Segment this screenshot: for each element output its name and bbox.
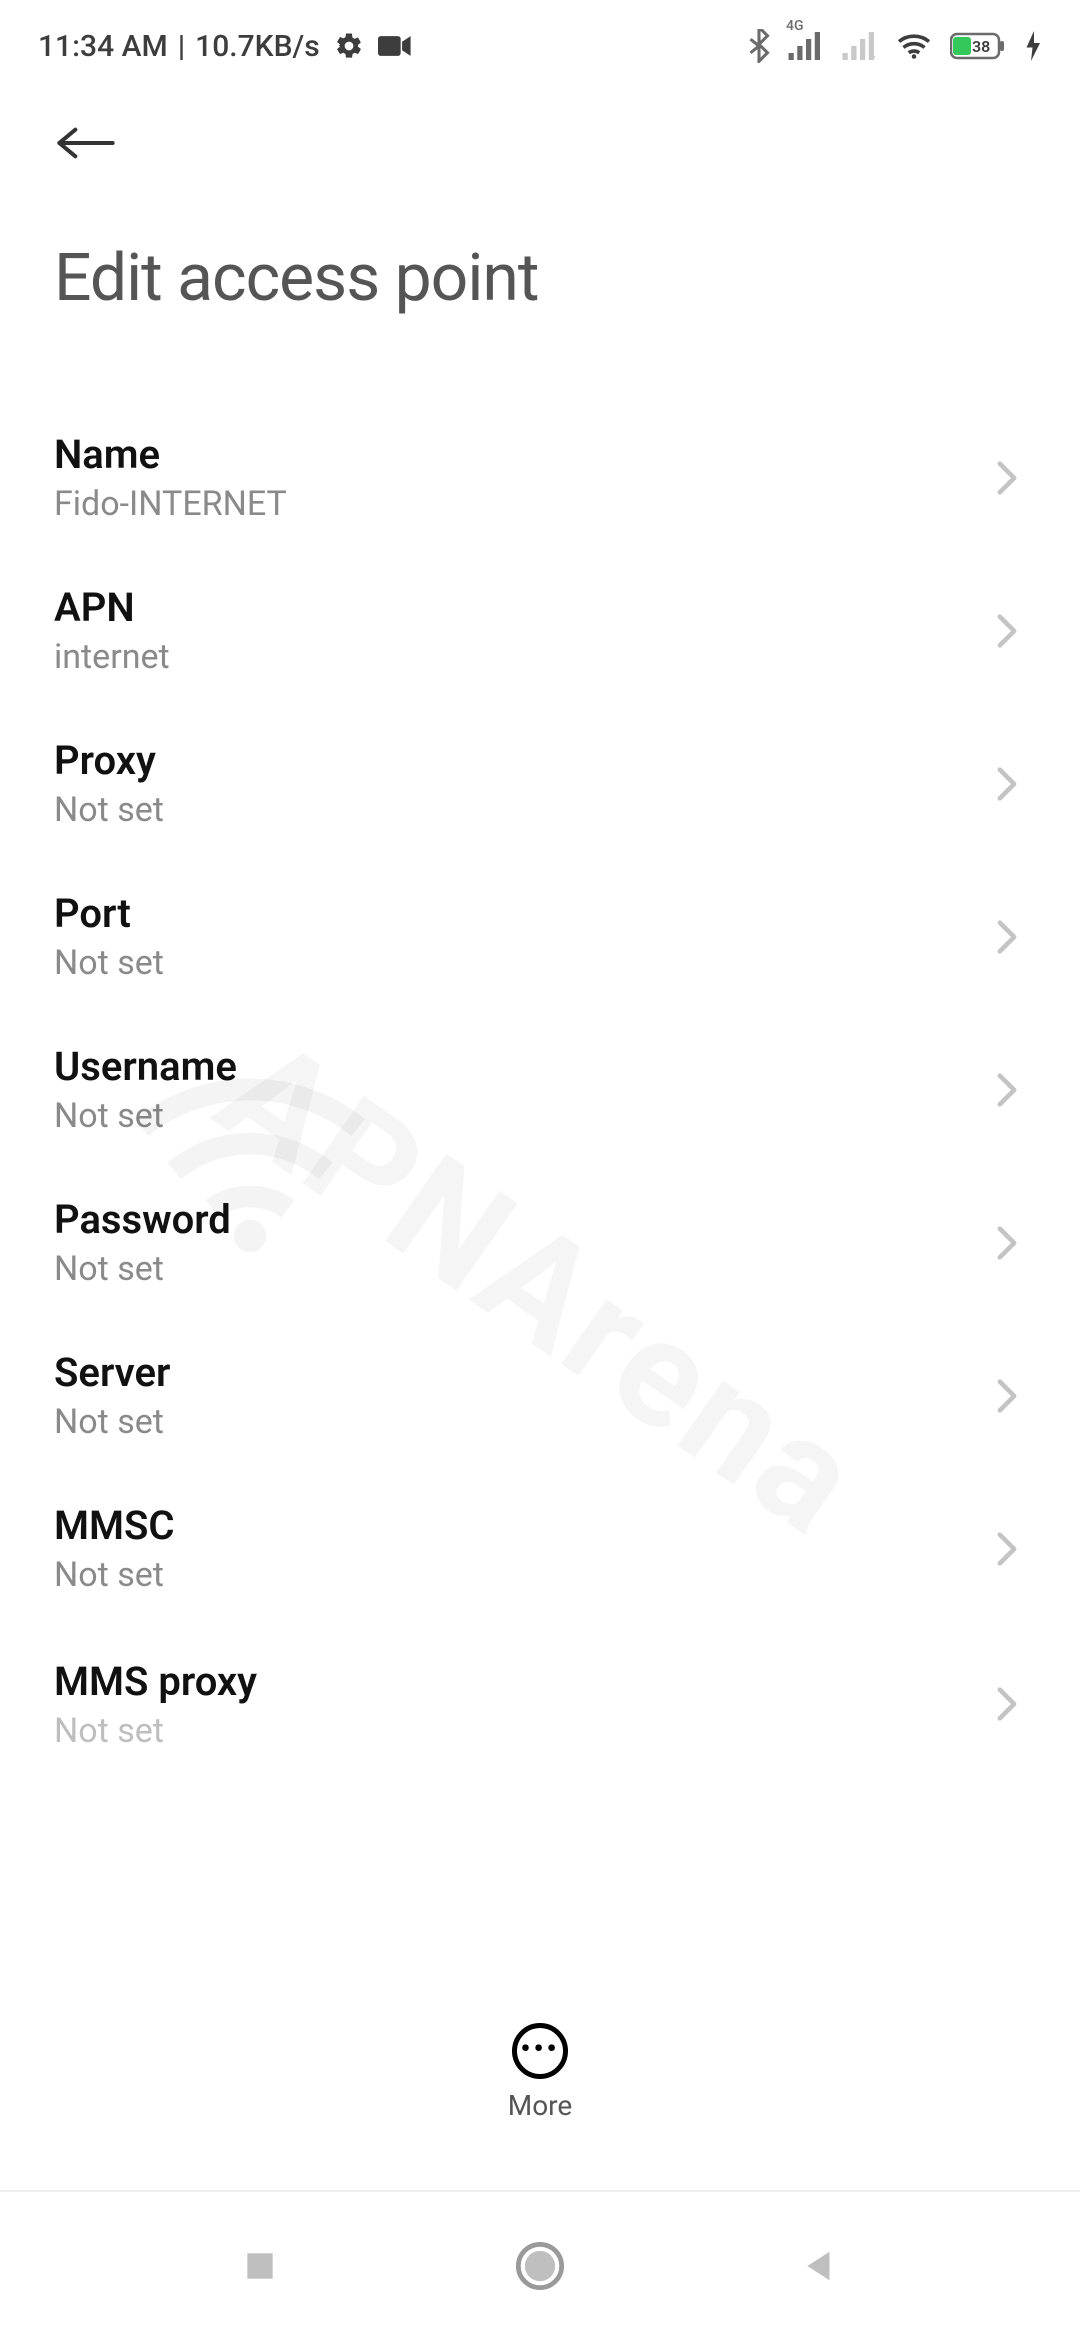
row-port[interactable]: Port Not set (0, 860, 1080, 1013)
nav-back-button[interactable] (790, 2236, 850, 2296)
row-title: Port (54, 890, 164, 937)
chevron-right-icon (996, 1072, 1018, 1108)
row-value: Not set (54, 1711, 257, 1751)
status-bar: 11:34 AM | 10.7KB/s 4G x 38 (0, 0, 1080, 70)
status-right: 4G x 38 (748, 29, 1042, 63)
row-value: internet (54, 637, 170, 677)
more-button[interactable]: ••• (512, 2023, 568, 2079)
charging-icon (1026, 31, 1042, 61)
row-title: MMS proxy (54, 1658, 257, 1705)
signal-4g-icon: 4G (788, 32, 824, 60)
gear-icon (334, 31, 364, 61)
chevron-right-icon (996, 1225, 1018, 1261)
row-name[interactable]: Name Fido-INTERNET (0, 401, 1080, 554)
battery-icon: 38 (950, 31, 1008, 61)
row-value: Not set (54, 1402, 170, 1442)
nav-recent-button[interactable] (230, 2236, 290, 2296)
row-title: APN (54, 584, 170, 631)
status-left: 11:34 AM | 10.7KB/s (38, 29, 412, 64)
chevron-right-icon (996, 613, 1018, 649)
row-value: Not set (54, 1555, 175, 1595)
row-value: Not set (54, 1249, 231, 1289)
bottom-action-bar: ••• More (0, 2023, 1080, 2122)
svg-text:38: 38 (972, 37, 990, 56)
row-username[interactable]: Username Not set (0, 1013, 1080, 1166)
navigation-bar (0, 2190, 1080, 2340)
row-value: Fido-INTERNET (54, 484, 287, 524)
row-title: MMSC (54, 1502, 175, 1549)
row-value: Not set (54, 943, 164, 983)
network-badge: 4G (786, 18, 804, 34)
more-dots-icon: ••• (520, 2035, 559, 2063)
chevron-right-icon (996, 460, 1018, 496)
row-title: Proxy (54, 737, 164, 784)
back-button[interactable] (54, 118, 124, 168)
chevron-right-icon (996, 919, 1018, 955)
row-title: Server (54, 1349, 170, 1396)
camera-icon (378, 34, 412, 58)
more-label: More (508, 2089, 573, 2122)
row-title: Password (54, 1196, 231, 1243)
row-value: Not set (54, 1096, 237, 1136)
list-fade (0, 1952, 1080, 1992)
bluetooth-icon (748, 29, 770, 63)
svg-text:x: x (869, 52, 876, 61)
status-time: 11:34 AM (38, 29, 168, 64)
page-title: Edit access point (54, 240, 1026, 317)
row-apn[interactable]: APN internet (0, 554, 1080, 707)
row-proxy[interactable]: Proxy Not set (0, 707, 1080, 860)
row-value: Not set (54, 790, 164, 830)
chevron-right-icon (996, 1686, 1018, 1722)
row-title: Name (54, 431, 287, 478)
row-title: Username (54, 1043, 237, 1090)
row-mmsc[interactable]: MMSC Not set (0, 1472, 1080, 1625)
chevron-right-icon (996, 766, 1018, 802)
chevron-right-icon (996, 1378, 1018, 1414)
settings-list: Name Fido-INTERNET APN internet Proxy No… (0, 317, 1080, 1753)
row-mms-proxy[interactable]: MMS proxy Not set (0, 1625, 1080, 1753)
row-password[interactable]: Password Not set (0, 1166, 1080, 1319)
header: Edit access point (0, 70, 1080, 317)
nav-home-button[interactable] (510, 2236, 570, 2296)
row-server[interactable]: Server Not set (0, 1319, 1080, 1472)
chevron-right-icon (996, 1531, 1018, 1567)
status-speed: 10.7KB/s (195, 29, 320, 64)
signal-none-icon: x (842, 32, 878, 60)
wifi-icon (896, 32, 932, 60)
status-divider: | (178, 29, 185, 64)
